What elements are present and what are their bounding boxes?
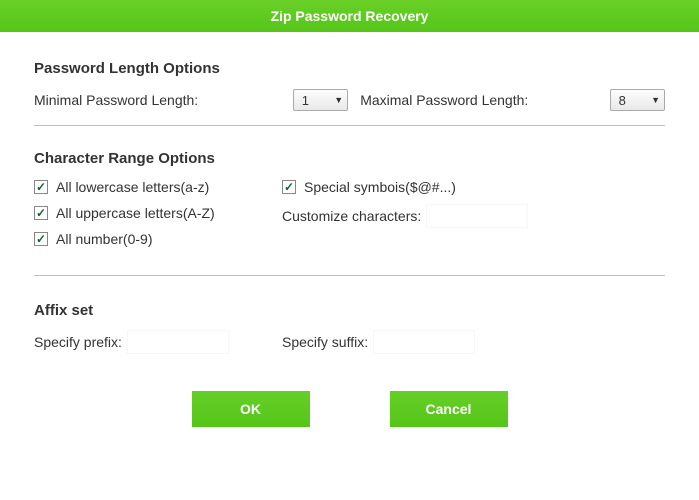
numbers-row: ✓ All number(0-9) — [34, 231, 282, 247]
check-icon: ✓ — [36, 207, 46, 219]
max-length-value: 8 — [619, 93, 626, 108]
divider — [34, 125, 665, 126]
lowercase-row: ✓ All lowercase letters(a-z) — [34, 179, 282, 195]
button-row: OK Cancel — [34, 391, 665, 427]
divider — [34, 275, 665, 276]
uppercase-row: ✓ All uppercase letters(A-Z) — [34, 205, 282, 221]
max-length-select[interactable]: 8 ▼ — [610, 89, 665, 111]
title-bar: Zip Password Recovery — [0, 0, 699, 32]
customize-row: Customize characters: — [282, 205, 527, 227]
ok-button[interactable]: OK — [192, 391, 310, 427]
char-col-right: ✓ Special symbois($@#...) Customize char… — [282, 179, 527, 257]
affix-row: Specify prefix: Specify suffix: — [34, 331, 665, 353]
min-length-value: 1 — [302, 93, 309, 108]
affix-heading: Affix set — [34, 302, 665, 319]
symbols-label: Special symbois($@#...) — [304, 179, 456, 195]
customize-input[interactable] — [427, 205, 527, 227]
check-icon: ✓ — [284, 181, 294, 193]
min-length-label: Minimal Password Length: — [34, 92, 293, 108]
chars-heading: Character Range Options — [34, 150, 665, 167]
symbols-row: ✓ Special symbois($@#...) — [282, 179, 527, 195]
uppercase-checkbox[interactable]: ✓ — [34, 206, 48, 220]
max-length-label: Maximal Password Length: — [360, 92, 609, 108]
check-icon: ✓ — [36, 233, 46, 245]
length-row: Minimal Password Length: 1 ▼ Maximal Pas… — [34, 89, 665, 111]
suffix-label: Specify suffix: — [282, 334, 368, 350]
uppercase-label: All uppercase letters(A-Z) — [56, 205, 215, 221]
lowercase-label: All lowercase letters(a-z) — [56, 179, 209, 195]
window-title: Zip Password Recovery — [271, 8, 429, 24]
prefix-input[interactable] — [128, 331, 228, 353]
suffix-input[interactable] — [374, 331, 474, 353]
cancel-button[interactable]: Cancel — [390, 391, 508, 427]
min-length-select[interactable]: 1 ▼ — [293, 89, 348, 111]
check-icon: ✓ — [36, 181, 46, 193]
chevron-down-icon: ▼ — [334, 95, 343, 105]
numbers-checkbox[interactable]: ✓ — [34, 232, 48, 246]
char-options: ✓ All lowercase letters(a-z) ✓ All upper… — [34, 179, 665, 257]
numbers-label: All number(0-9) — [56, 231, 152, 247]
symbols-checkbox[interactable]: ✓ — [282, 180, 296, 194]
char-col-left: ✓ All lowercase letters(a-z) ✓ All upper… — [34, 179, 282, 257]
customize-label: Customize characters: — [282, 208, 421, 224]
length-heading: Password Length Options — [34, 60, 665, 77]
lowercase-checkbox[interactable]: ✓ — [34, 180, 48, 194]
chevron-down-icon: ▼ — [651, 95, 660, 105]
content-area: Password Length Options Minimal Password… — [0, 32, 699, 447]
prefix-label: Specify prefix: — [34, 334, 122, 350]
